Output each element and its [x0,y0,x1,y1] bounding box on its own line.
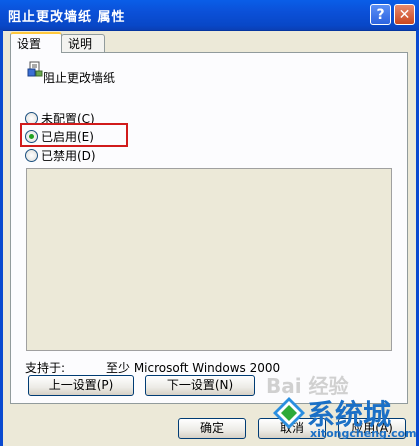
watermark-url: xitongcheng.com [310,427,417,440]
supported-label: 支持于: [25,361,66,375]
supported-value: 至少 Microsoft Windows 2000 [106,361,281,375]
policy-icon [27,61,43,77]
watermark-logo-icon [273,397,305,429]
options-area [26,168,392,351]
tab-explain[interactable]: 说明 [61,34,105,52]
next-setting-button[interactable]: 下一设置(N) [145,375,255,396]
ok-button[interactable]: 确定 [178,418,246,439]
radio-label: 已禁用(D) [41,149,96,163]
help-button[interactable]: ? [370,4,391,25]
previous-setting-button[interactable]: 上一设置(P) [28,375,134,396]
radio-button[interactable] [25,149,38,162]
close-button[interactable]: ✕ [394,4,415,25]
tab-settings[interactable]: 设置 [10,32,62,53]
window-title: 阻止更改墙纸 属性 [8,10,126,25]
title-bar: 阻止更改墙纸 属性 ? ✕ [0,0,419,31]
window-frame-left [0,30,3,446]
annotation-highlight-box [20,123,128,147]
policy-name: 阻止更改墙纸 [43,71,116,85]
settings-panel: 阻止更改墙纸 未配置(C) 已启用(E) 已禁用(D) 支持于: 至少 Micr… [10,52,408,404]
site-watermark: 系统城 xitongcheng.com [270,390,419,446]
